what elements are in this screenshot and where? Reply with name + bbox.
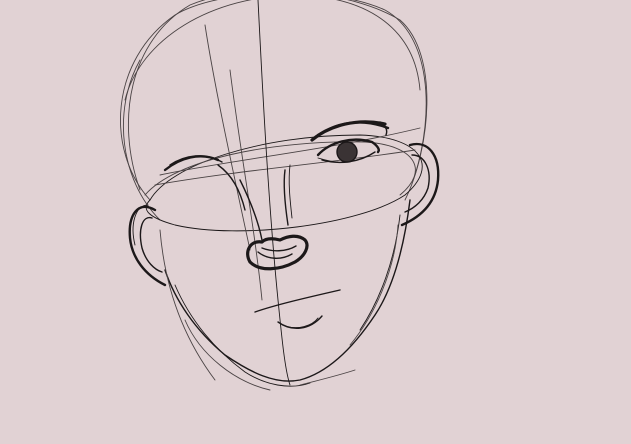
left-eye-socket <box>163 155 246 211</box>
head-sketch <box>120 0 440 391</box>
right-eye <box>316 138 380 164</box>
mouth <box>254 289 341 329</box>
center-guides <box>204 0 291 386</box>
left-ear <box>128 204 167 287</box>
cranium-guides <box>120 0 428 221</box>
drawing-canvas <box>0 0 631 444</box>
